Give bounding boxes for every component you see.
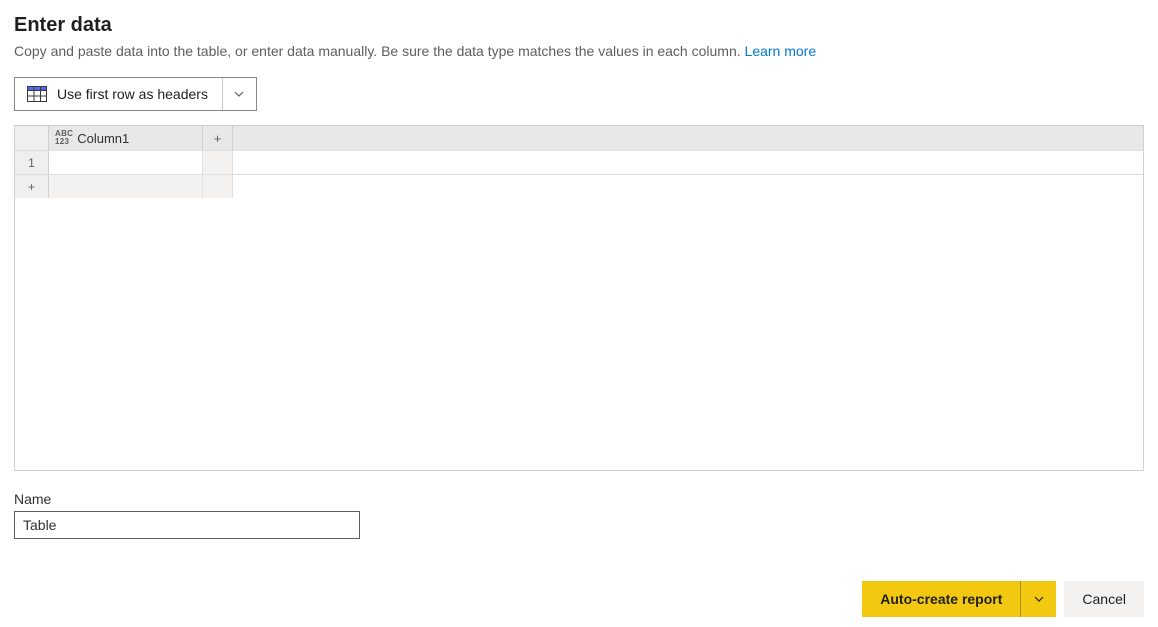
add-row-cell [49,175,203,198]
name-input[interactable] [14,511,360,539]
footer-actions: Auto-create report Cancel [862,581,1144,617]
chevron-down-icon [233,88,245,100]
row-spacer [203,151,233,174]
add-row-button[interactable]: + [15,175,49,198]
name-section: Name [14,491,1144,539]
add-column-button[interactable]: + [203,126,233,150]
auto-create-report-button[interactable]: Auto-create report [862,581,1020,617]
grid-header-row: ABC 123 Column1 + [15,126,1143,150]
use-first-row-headers-button[interactable]: Use first row as headers [14,77,257,111]
grid-cell[interactable] [49,151,203,174]
add-row-spacer [203,175,233,198]
add-row: + [15,174,1143,198]
headers-dropdown-chevron[interactable] [222,78,256,110]
grid-corner [15,126,49,150]
use-first-row-headers-label: Use first row as headers [57,86,222,102]
grid-row: 1 [15,150,1143,174]
table-icon [15,86,57,102]
row-number[interactable]: 1 [15,151,49,174]
auto-create-report-split-button: Auto-create report [862,581,1056,617]
data-grid[interactable]: ABC 123 Column1 + 1 + [14,125,1144,471]
learn-more-link[interactable]: Learn more [745,43,817,59]
page-subtitle: Copy and paste data into the table, or e… [14,43,1144,59]
cancel-button[interactable]: Cancel [1064,581,1144,617]
header-spacer [233,126,1143,150]
page-title: Enter data [14,14,1144,37]
auto-create-report-dropdown[interactable] [1020,581,1056,617]
column-name: Column1 [77,131,129,146]
column-header-1[interactable]: ABC 123 Column1 [49,126,203,150]
data-type-icon: ABC 123 [55,130,73,146]
subtitle-text: Copy and paste data into the table, or e… [14,43,745,59]
chevron-down-icon [1033,593,1045,605]
name-label: Name [14,491,1144,507]
